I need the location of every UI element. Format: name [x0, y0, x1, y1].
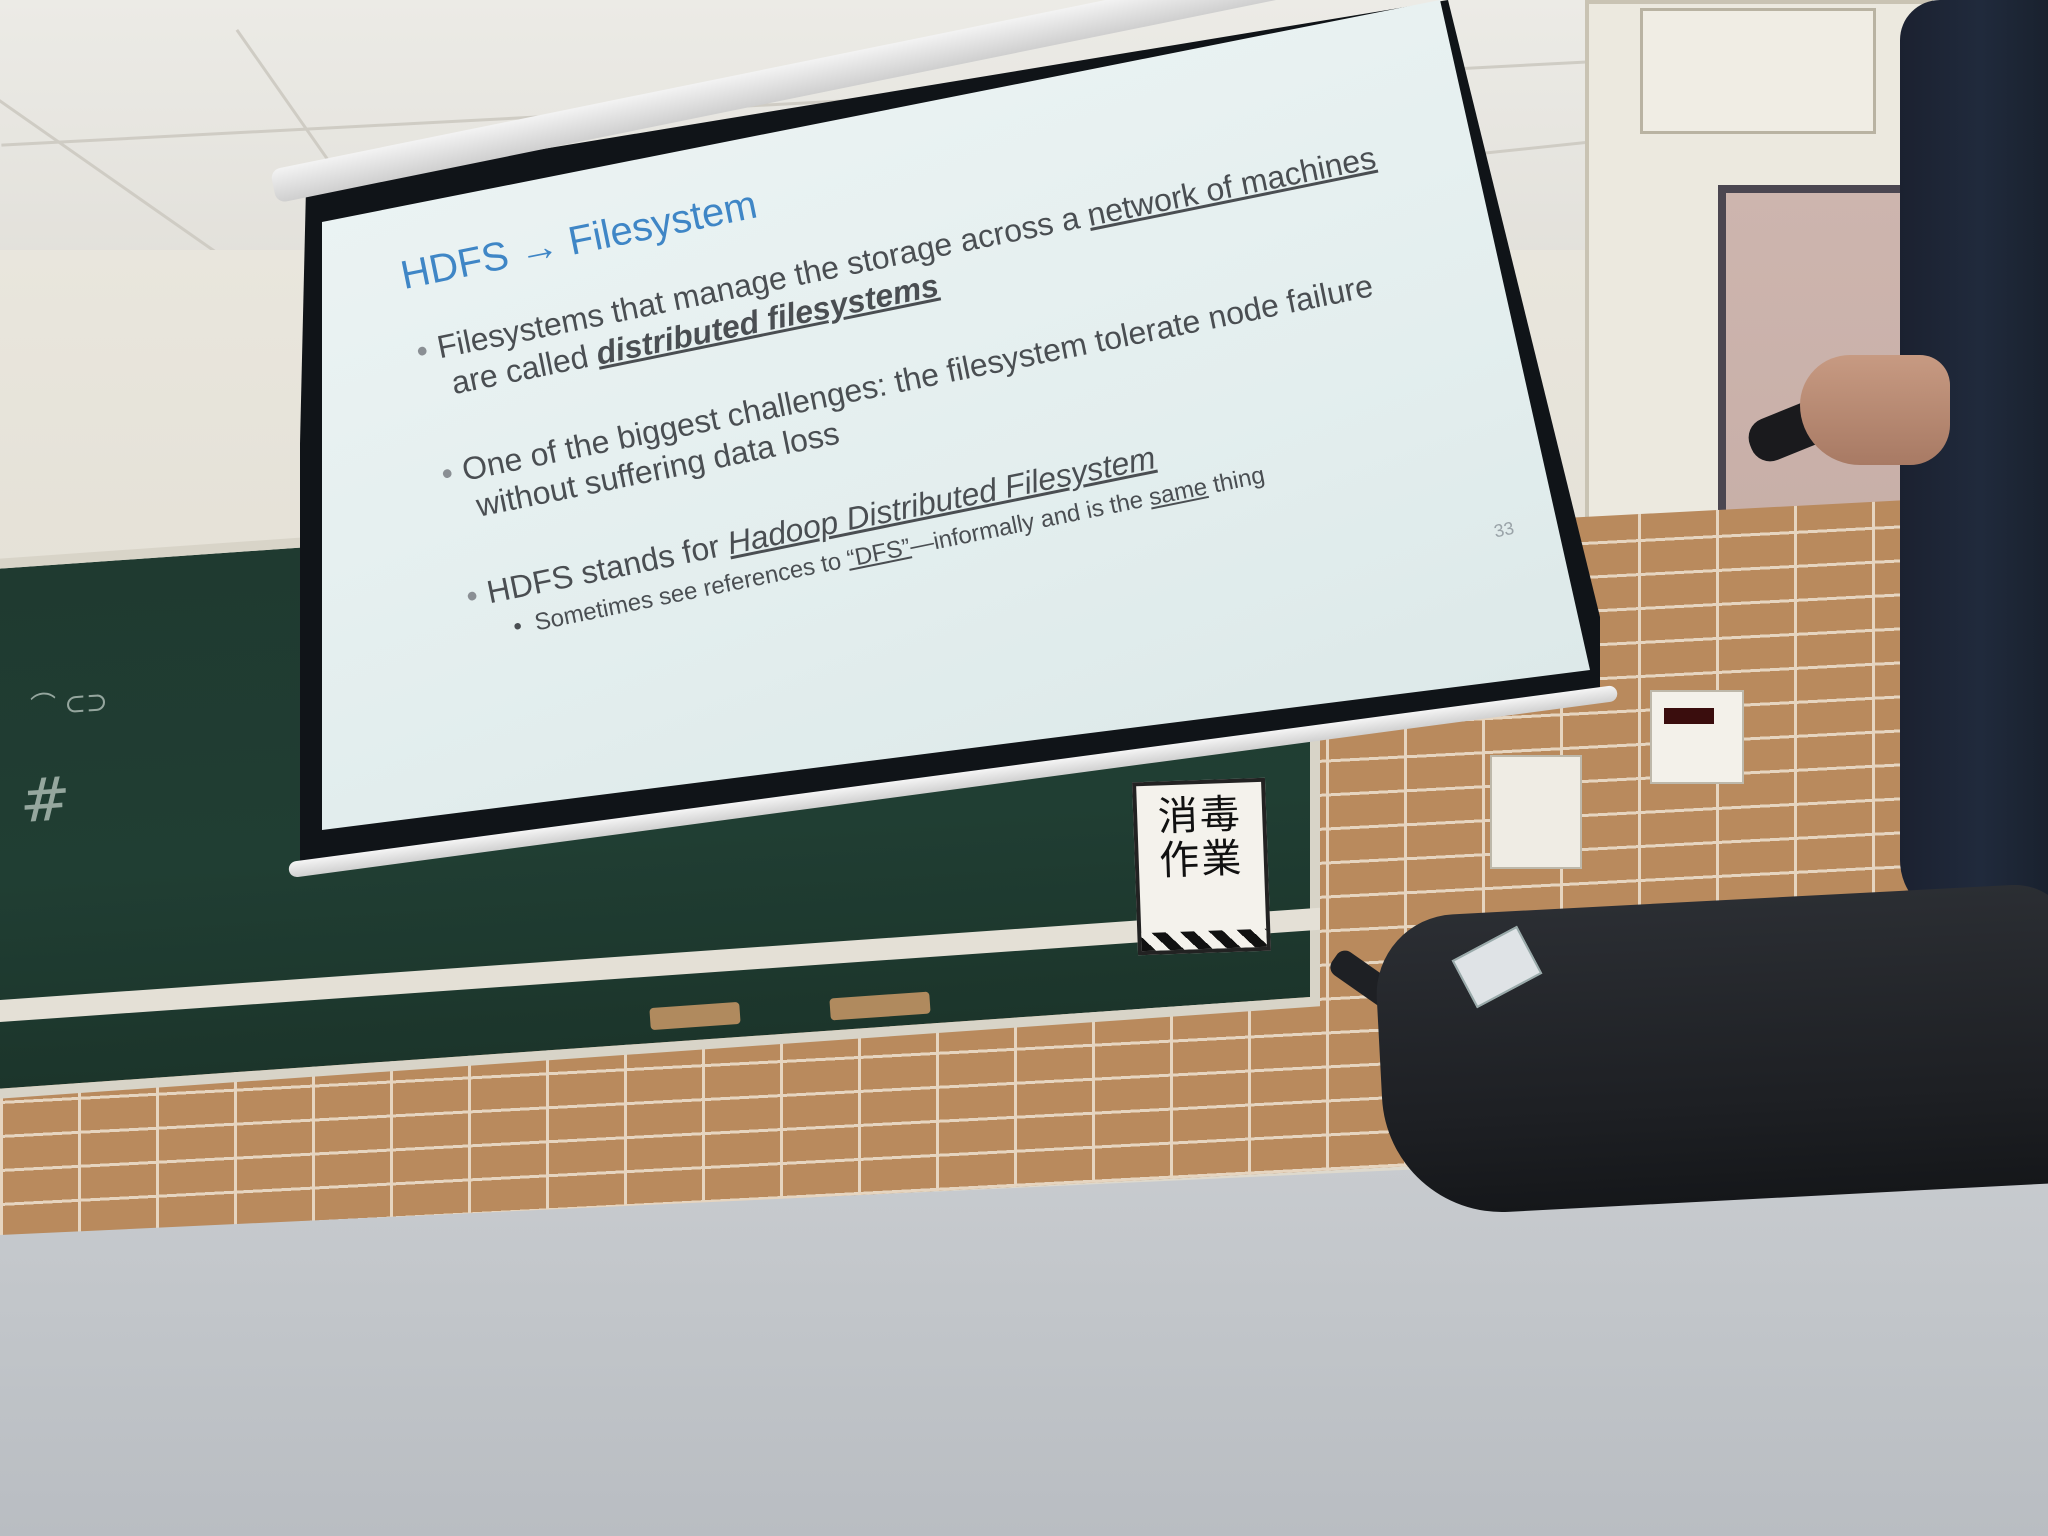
bullet-1-text: Filesystems that manage the storage acro…: [433, 197, 1092, 366]
bullet-1-link: network of machines: [1084, 139, 1379, 233]
clock-display: [1664, 708, 1714, 724]
sub-bullet-same: same: [1146, 473, 1210, 512]
sub-bullet-after: thing: [1204, 461, 1268, 500]
panel-box: [1640, 8, 1876, 134]
notice-text: 消毒作業: [1156, 791, 1245, 885]
disinfection-notice: 消毒作業: [1132, 777, 1271, 956]
sub-bullet-quote: “DFS”: [844, 533, 913, 573]
backpack: [1372, 881, 2048, 1219]
slide-number: 33: [1492, 517, 1516, 542]
wall-outlet: [1490, 755, 1582, 869]
wall-clock: [1650, 690, 1744, 784]
hand: [1800, 355, 1950, 465]
chalk-hash: #: [20, 763, 71, 838]
notice-stripe: [1141, 928, 1267, 952]
chalk-scribble: ⌒ ⊂⊃: [30, 687, 108, 723]
